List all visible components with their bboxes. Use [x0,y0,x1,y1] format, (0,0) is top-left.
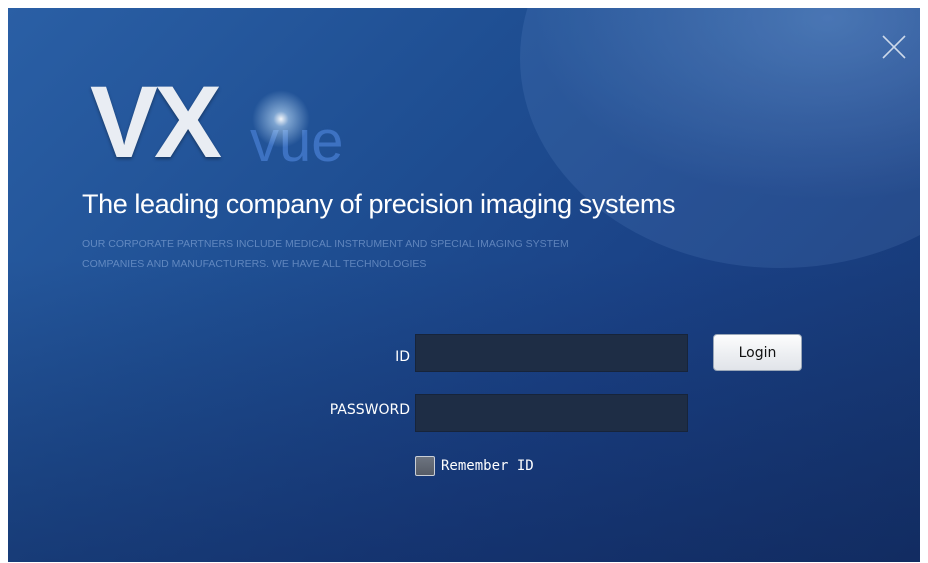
logo-vue-text: vue [250,109,344,174]
company-description: OUR CORPORATE PARTNERS INCLUDE MEDICAL I… [82,234,722,274]
logo-vx-text: VX [90,65,222,179]
remember-id-label: Remember ID [441,458,534,474]
tagline: The leading company of precision imaging… [82,189,676,219]
id-input[interactable] [415,334,688,372]
description-line-2: COMPANIES AND MANUFACTURERS. WE HAVE ALL… [82,258,427,270]
vxvue-logo: vue VX [90,65,410,179]
password-label-wrap: PASSWORD [288,402,410,422]
close-icon[interactable] [881,34,907,60]
id-label: ID [395,349,410,365]
login-button[interactable]: Login [713,334,802,371]
remember-id-checkbox-row[interactable]: Remember ID [415,455,534,477]
password-input[interactable] [415,394,688,432]
password-label: PASSWORD [329,402,410,418]
background-highlight [520,8,920,268]
id-label-wrap: ID [308,349,410,369]
description-line-1: OUR CORPORATE PARTNERS INCLUDE MEDICAL I… [82,238,569,250]
login-window: vue VX The leading company of precision … [8,8,920,562]
remember-id-checkbox[interactable] [415,456,435,476]
